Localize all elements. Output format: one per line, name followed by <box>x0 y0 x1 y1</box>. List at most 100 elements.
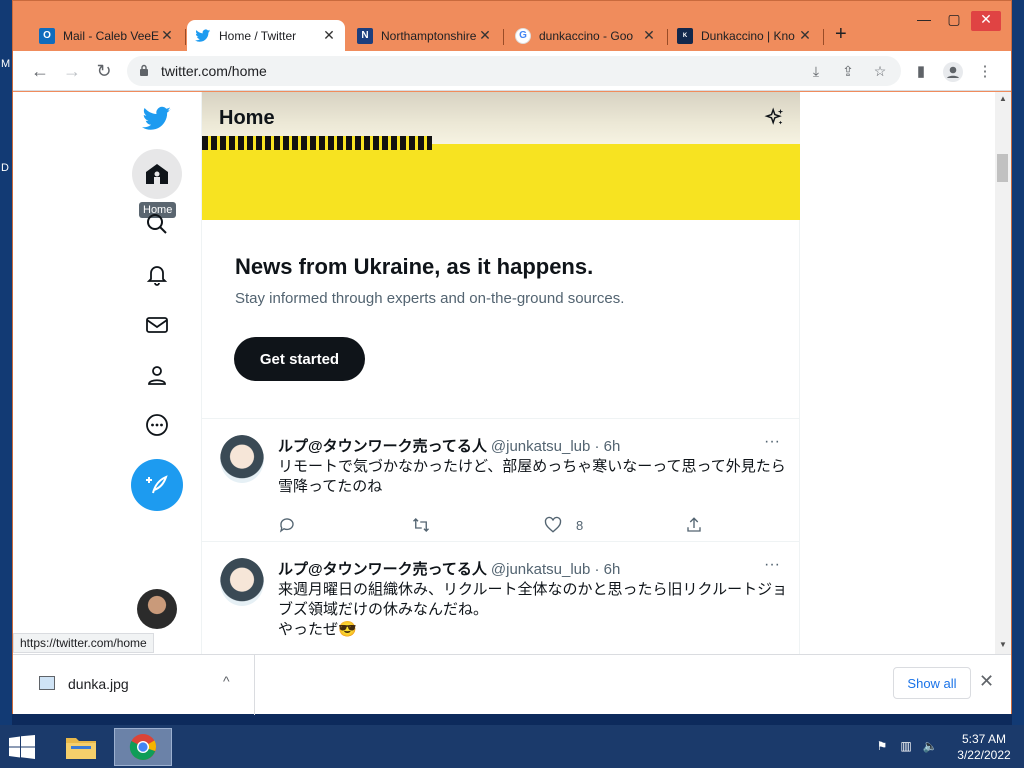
network-icon[interactable]: ▥ <box>898 739 914 755</box>
more-circle-icon <box>146 414 168 436</box>
desktop-left-edge: M D <box>0 0 12 725</box>
tweet-handle-time[interactable]: @junkatsu_lub · 6h <box>491 438 620 455</box>
envelope-icon <box>146 317 168 333</box>
address-bar[interactable]: twitter.com/home ⤓ ⇪ ☆ <box>127 56 901 86</box>
tab-close-icon[interactable]: ✕ <box>641 27 657 44</box>
download-file-name[interactable]: dunka.jpg <box>68 676 129 692</box>
status-bar-url: https://twitter.com/home <box>13 633 154 653</box>
nav-explore[interactable] <box>129 199 185 249</box>
tweet[interactable]: ルプ@タウンワーク売ってる人 @junkatsu_lub · 6h ··· 来週月… <box>202 542 800 654</box>
volume-muted-icon[interactable]: 🔈 <box>922 739 938 755</box>
tweet-text: 来週月曜日の組織休み、リクルート全体なのかと思ったら旧リクルートジョブズ領域だけ… <box>278 580 788 640</box>
scroll-down-arrow-icon[interactable]: ▼ <box>998 640 1008 649</box>
clock-time: 5:37 AM <box>961 732 1007 746</box>
tweet-author[interactable]: ルプ@タウンワーク売ってる人 @junkatsu_lub · 6h <box>278 558 620 579</box>
tab-close-icon[interactable]: ✕ <box>321 27 337 44</box>
tweet-more-icon[interactable]: ··· <box>764 433 780 451</box>
url-text[interactable]: twitter.com/home <box>161 63 267 79</box>
side-panel-icon[interactable]: ▮ <box>911 62 931 82</box>
like-count: 8 <box>576 517 584 533</box>
chrome-icon <box>129 734 157 760</box>
tweet-author-name[interactable]: ルプ@タウンワーク売ってる人 <box>278 561 487 578</box>
lock-icon <box>140 64 148 76</box>
twitter-logo-icon[interactable] <box>129 94 185 144</box>
scroll-up-arrow-icon[interactable]: ▲ <box>998 94 1008 103</box>
tab-google[interactable]: G dunkaccino - Goo ✕ <box>507 20 665 51</box>
system-clock[interactable]: 5:37 AM 3/22/2022 <box>952 731 1016 763</box>
nav-messages[interactable] <box>129 300 185 350</box>
retweet-icon[interactable] <box>411 515 431 535</box>
download-item[interactable]: dunka.jpg ^ <box>13 655 255 715</box>
tweet-text-line: やったぜ😎 <box>278 621 357 638</box>
reload-icon[interactable]: ↻ <box>93 60 115 82</box>
feather-plus-icon <box>146 475 168 494</box>
share-icon[interactable]: ⇪ <box>839 63 857 81</box>
nav-notifications[interactable] <box>129 250 185 300</box>
file-explorer-app[interactable] <box>52 728 110 766</box>
tweet-handle-time[interactable]: @junkatsu_lub · 6h <box>491 561 620 578</box>
tab-title: Mail - Caleb VeeE <box>63 28 159 43</box>
tab-close-icon[interactable]: ✕ <box>477 27 493 44</box>
heart-icon <box>544 516 562 533</box>
show-all-button[interactable]: Show all <box>893 667 971 699</box>
menu-kebab-icon[interactable]: ⋮ <box>975 62 995 82</box>
new-tab-button[interactable]: + <box>835 23 847 46</box>
tab-close-icon[interactable]: ✕ <box>797 27 813 44</box>
tab-close-icon[interactable]: ✕ <box>159 27 175 44</box>
share-tweet-icon[interactable] <box>685 515 703 535</box>
tweet-more-icon[interactable]: ··· <box>764 556 780 574</box>
bookmark-star-icon[interactable]: ☆ <box>871 63 889 81</box>
banner-stripe <box>202 136 432 150</box>
tweet-actions: 8 <box>278 515 708 535</box>
maximize-button[interactable]: ▢ <box>939 11 969 31</box>
profile-icon[interactable] <box>943 62 963 82</box>
install-app-icon[interactable]: ⤓ <box>807 63 825 81</box>
ukraine-banner-image <box>202 92 800 220</box>
sparkle-icon[interactable] <box>764 107 786 129</box>
scrollbar-thumb[interactable] <box>997 154 1008 182</box>
tab-separator <box>503 29 504 45</box>
chrome-app[interactable] <box>114 728 172 766</box>
chevron-up-icon[interactable]: ^ <box>223 673 230 689</box>
tweet-avatar[interactable] <box>220 435 264 483</box>
page-scrollbar[interactable]: ▲ ▼ <box>995 92 1011 654</box>
tab-title: Northamptonshire <box>381 28 477 43</box>
browser-toolbar: ← → ↻ twitter.com/home ⤓ ⇪ ☆ ▮ ⋮ <box>13 51 1011 91</box>
account-avatar[interactable] <box>137 589 177 629</box>
window-close-button[interactable]: ✕ <box>971 11 1001 31</box>
tab-northamptonshire[interactable]: N Northamptonshire ✕ <box>349 20 501 51</box>
windows-start-icon[interactable] <box>8 735 36 759</box>
reply-icon[interactable] <box>278 515 296 535</box>
tab-separator <box>823 29 824 45</box>
forward-arrow-icon[interactable]: → <box>61 60 83 82</box>
search-icon <box>147 214 167 234</box>
page-title: Home <box>219 107 275 129</box>
action-center-flag-icon[interactable]: ⚑ <box>874 739 890 755</box>
nav-home[interactable] <box>129 149 185 199</box>
tweet[interactable]: ルプ@タウンワーク売ってる人 @junkatsu_lub · 6h ··· リモー… <box>202 419 800 542</box>
image-file-icon <box>39 676 55 690</box>
tab-strip: O Mail - Caleb VeeE ✕ Home / Twitter ✕ N… <box>13 1 1011 51</box>
bell-icon <box>146 266 168 286</box>
tab-mail[interactable]: O Mail - Caleb VeeE ✕ <box>31 20 183 51</box>
google-icon: G <box>515 27 531 44</box>
nav-more[interactable] <box>129 400 185 450</box>
tweet-author-name[interactable]: ルプ@タウンワーク売ってる人 <box>278 438 487 455</box>
n-logo-icon: N <box>357 27 373 44</box>
outlook-icon: O <box>39 27 55 44</box>
tweet-author[interactable]: ルプ@タウンワーク売ってる人 @junkatsu_lub · 6h <box>278 435 620 456</box>
minimize-button[interactable]: — <box>909 11 939 31</box>
compose-tweet-button[interactable] <box>131 459 183 511</box>
nav-profile[interactable] <box>129 350 185 400</box>
back-arrow-icon[interactable]: ← <box>29 60 51 82</box>
get-started-button[interactable]: Get started <box>234 337 365 381</box>
like-button[interactable]: 8 <box>544 515 583 535</box>
desktop-label-m: M <box>1 58 11 70</box>
tweet-text: リモートで気づかなかったけど、部屋めっちゃ寒いなーって思って外見たら雪降ってたの… <box>278 458 786 495</box>
page-viewport: Home Home News from Ukraine, as it happe… <box>13 92 1011 654</box>
close-shelf-icon[interactable]: ✕ <box>979 671 994 692</box>
tab-twitter[interactable]: Home / Twitter ✕ <box>187 20 345 51</box>
tweet-avatar[interactable] <box>220 558 264 606</box>
twitter-sidebar: Home <box>129 92 185 654</box>
tab-knowyourmeme[interactable]: K Dunkaccino | Kno ✕ <box>669 20 821 51</box>
